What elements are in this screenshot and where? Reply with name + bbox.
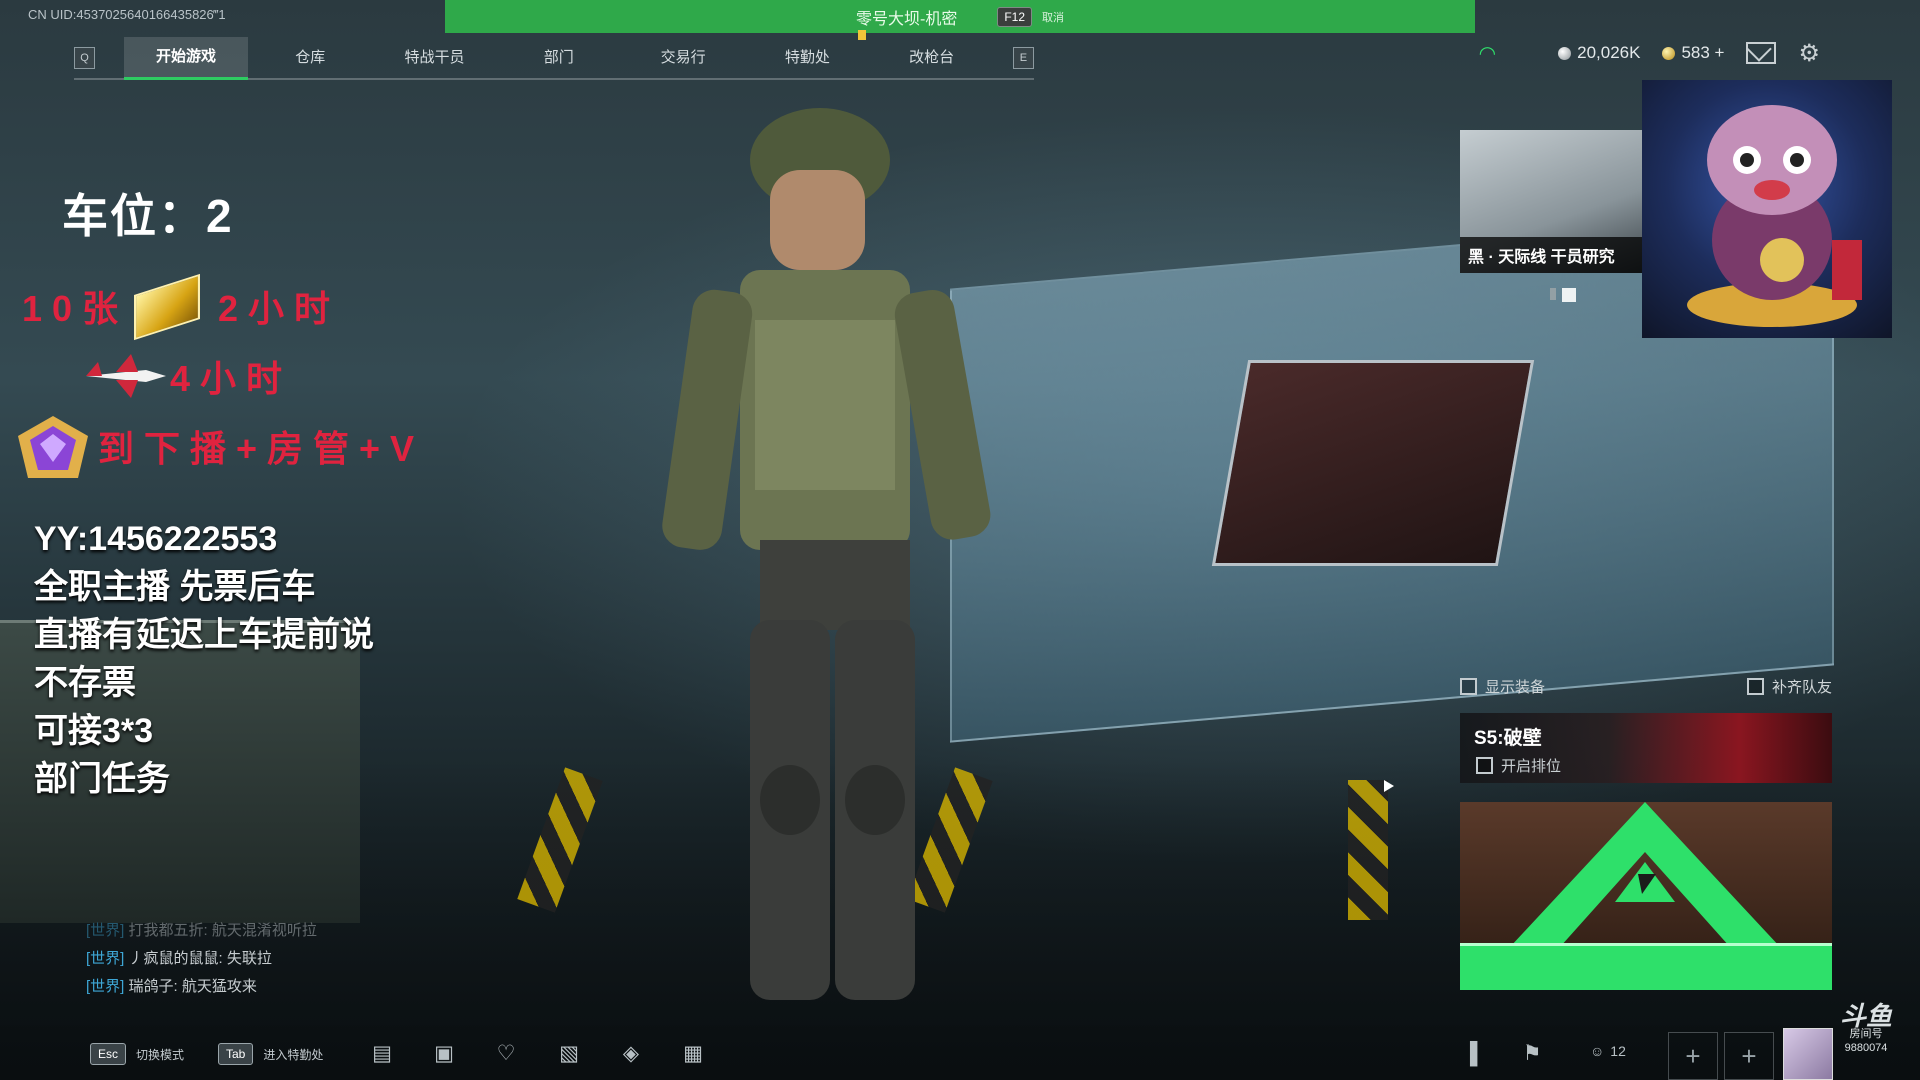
- tab-department[interactable]: 部门: [497, 38, 621, 78]
- avatar[interactable]: [1783, 1028, 1833, 1080]
- tab-key: Tab: [218, 1043, 254, 1065]
- silver-currency[interactable]: 20,026K: [1558, 43, 1640, 63]
- douyu-room-watermark: 斗鱼 房间号 9880074: [1840, 1003, 1892, 1055]
- gear-icon[interactable]: ⚙: [1798, 39, 1820, 68]
- stream-info-line: 可接3*3: [34, 712, 154, 750]
- flag-icon[interactable]: ⚑: [1518, 1041, 1546, 1067]
- operator-character-model[interactable]: [620, 100, 1000, 1030]
- lion-figurine-image: [1687, 105, 1862, 327]
- promo-line-jet-duration: 4小时: [170, 358, 293, 399]
- enter-special-ops-label: 进入特勤处: [263, 1047, 324, 1062]
- notification-badge: [857, 30, 866, 40]
- friends-count: 12: [1610, 1043, 1626, 1059]
- fill-team-label: 补齐队友: [1771, 679, 1832, 696]
- friends-icon: ☺: [1590, 1043, 1605, 1059]
- silver-coin-icon: [1558, 46, 1572, 60]
- invite-slot-button[interactable]: +: [1724, 1032, 1774, 1080]
- nav-next-key[interactable]: E: [1012, 47, 1035, 69]
- start-match-button[interactable]: [1460, 802, 1832, 990]
- carousel-dot-active[interactable]: [1562, 288, 1576, 302]
- chat-message: [世界] 打我都五折: 航天混淆视听拉: [86, 922, 317, 939]
- banner-key-hint: F12: [997, 6, 1033, 27]
- tab-warehouse[interactable]: 仓库: [248, 38, 372, 78]
- carousel-indicator[interactable]: [1550, 288, 1576, 302]
- checkbox[interactable]: [1460, 678, 1477, 695]
- gift-icon[interactable]: ▣: [430, 1041, 458, 1067]
- stream-info: YY:1456222553 全职主播 先票后车 直播有延迟上车提前说 不存票 可…: [34, 515, 374, 803]
- invite-slot-button[interactable]: +: [1668, 1032, 1718, 1080]
- diamond-badge-icon: [18, 416, 88, 478]
- season-panel[interactable]: S5:破壁 开启排位: [1460, 713, 1832, 783]
- main-nav: Q 开始游戏 仓库 特战干员 部门 交易行 特勤处 改枪台 E: [74, 30, 1035, 80]
- checkbox[interactable]: [1746, 678, 1764, 695]
- gold-amount: 583 +: [1681, 43, 1725, 62]
- switch-mode-hint[interactable]: Esc 切换模式: [90, 1043, 184, 1065]
- silver-amount: 20,026K: [1577, 43, 1641, 62]
- promo-line-tickets-duration: 2小时: [218, 288, 341, 329]
- streamer-webcam: [1642, 80, 1892, 338]
- banner-cancel-button[interactable]: 取消: [1042, 9, 1064, 25]
- banner-map-title: 零号大坝-机密: [855, 10, 958, 28]
- operator-promo-thumbnail[interactable]: 黑 · 天际线 干员研究: [1460, 130, 1642, 273]
- esc-key: Esc: [90, 1043, 127, 1065]
- ranked-toggle[interactable]: 开启排位: [1476, 755, 1561, 776]
- stats-icon[interactable]: ▐: [1456, 1041, 1484, 1067]
- pass-icon[interactable]: ◈: [617, 1041, 645, 1067]
- calendar-icon[interactable]: ▦: [679, 1041, 707, 1067]
- thumbnail-label: 黑 · 天际线 干员研究: [1460, 237, 1642, 273]
- tab-special-ops[interactable]: 特勤处: [745, 30, 869, 78]
- chat-message: [世界] 丿疯鼠的鼠鼠: 失联拉: [86, 950, 272, 967]
- cart-icon[interactable]: ▧: [555, 1041, 583, 1067]
- chat-icon[interactable]: ▤: [368, 1041, 396, 1067]
- game-logo-icon: [1510, 802, 1780, 947]
- top-right-status: ◠ 20,026K 583 + ⚙: [1479, 36, 1920, 70]
- checkbox[interactable]: [1476, 757, 1493, 774]
- tab-start-game[interactable]: 开始游戏: [123, 36, 249, 80]
- switch-mode-label: 切换模式: [136, 1047, 185, 1062]
- nav-prev-key[interactable]: Q: [74, 47, 96, 69]
- tab-special-ops-label: 特勤处: [784, 49, 830, 66]
- chat-message: [世界] 瑞鸽子: 航天猛攻来: [86, 978, 257, 995]
- stream-info-line: 全职主播 先票后车: [34, 568, 316, 606]
- mail-icon[interactable]: [1746, 42, 1777, 64]
- background-crate-hologram: [1211, 360, 1535, 566]
- stream-info-line: YY:1456222553: [34, 520, 278, 558]
- lobby-toggles: 显示装备 补齐队友: [1460, 676, 1832, 697]
- promo-line-moderator: 到下播+房管+V: [98, 428, 425, 469]
- shield-heart-icon[interactable]: ♡: [492, 1041, 520, 1067]
- friends-online[interactable]: ☺ 12: [1590, 1043, 1626, 1059]
- mouse-cursor: [1384, 780, 1394, 792]
- hazard-post: [1348, 780, 1388, 920]
- stream-info-line: 部门任务: [34, 760, 170, 798]
- ranked-label: 开启排位: [1501, 758, 1562, 775]
- world-chat[interactable]: [世界] 打我都五折: 航天混淆视听拉 [世界] 丿疯鼠的鼠鼠: 失联拉 [世界…: [86, 917, 317, 1001]
- fill-team-toggle[interactable]: 补齐队友: [1746, 676, 1832, 697]
- enter-special-ops-hint[interactable]: Tab 进入特勤处: [218, 1043, 323, 1065]
- tab-trade[interactable]: 交易行: [621, 38, 745, 78]
- douyu-room-id: 9880074: [1844, 1042, 1888, 1054]
- gold-currency[interactable]: 583 +: [1662, 43, 1724, 63]
- promo-line-tickets: 10张: [22, 288, 129, 329]
- season-title: S5:破壁: [1474, 728, 1542, 749]
- player-uid: CN UID:4537025640166435826‴1: [28, 7, 226, 22]
- stream-slot-count: 车位：2: [62, 190, 234, 242]
- tab-gunsmith[interactable]: 改枪台: [870, 38, 994, 78]
- gold-coin-icon: [1662, 46, 1676, 60]
- show-gear-label: 显示装备: [1485, 679, 1546, 696]
- show-gear-toggle[interactable]: 显示装备: [1460, 676, 1545, 697]
- stream-info-line: 直播有延迟上车提前说: [34, 616, 374, 654]
- wifi-icon: ◠: [1478, 42, 1497, 65]
- match-banner[interactable]: 零号大坝-机密 F12 取消: [445, 0, 1475, 33]
- tab-operators[interactable]: 特战干员: [372, 38, 496, 78]
- jet-icon: [86, 354, 166, 398]
- gold-bar-icon: [134, 273, 200, 341]
- stream-info-line: 不存票: [34, 664, 136, 702]
- carousel-dot[interactable]: [1550, 288, 1556, 300]
- start-match-bar[interactable]: [1460, 943, 1832, 990]
